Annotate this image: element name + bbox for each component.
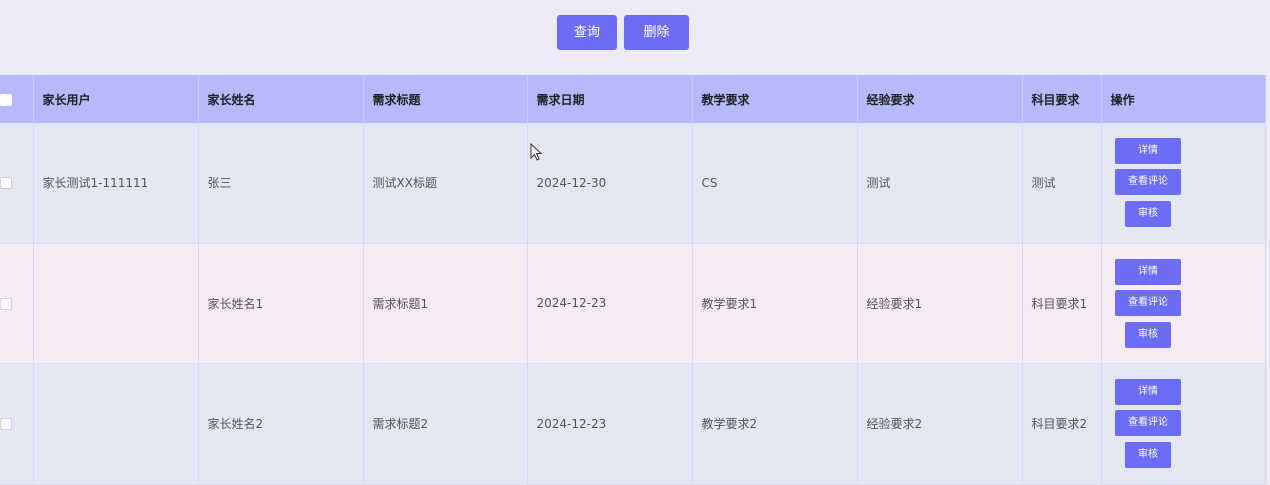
header-subject-req: 科目要求 <box>1022 75 1102 123</box>
cell-teaching-req: 教学要求2 <box>692 363 858 484</box>
cell-teaching-req: CS <box>692 123 858 243</box>
view-comments-button[interactable]: 查看评论 <box>1115 410 1181 436</box>
cell-experience-req: 测试 <box>857 123 1023 243</box>
row-select-cell <box>0 363 34 484</box>
query-button[interactable]: 查询 <box>557 15 617 50</box>
cell-parent-name: 家长姓名2 <box>198 363 364 484</box>
cell-actions: 详情 查看评论 审核 <box>1100 123 1266 243</box>
view-comments-button[interactable]: 查看评论 <box>1115 169 1181 196</box>
cell-subject-req: 科目要求1 <box>1022 243 1102 363</box>
cell-demand-title: 测试XX标题 <box>363 123 528 243</box>
row-select-cell <box>0 123 34 243</box>
row-select-cell <box>0 243 34 363</box>
cell-demand-date: 2024-12-23 <box>527 363 693 484</box>
cell-demand-title: 需求标题1 <box>363 243 528 363</box>
table-row: 家长测试1-111111 张三 测试XX标题 2024-12-30 CS 测试 … <box>0 123 1266 243</box>
data-table-container: 家长用户 家长姓名 需求标题 需求日期 教学要求 经验要求 科目要求 操作 家长… <box>0 75 1270 485</box>
delete-button[interactable]: 删除 <box>624 15 689 50</box>
cell-demand-date: 2024-12-23 <box>527 243 693 363</box>
cell-experience-req: 经验要求1 <box>857 243 1023 363</box>
header-demand-date: 需求日期 <box>527 75 693 123</box>
detail-button[interactable]: 详情 <box>1115 258 1181 285</box>
cell-teaching-req: 教学要求1 <box>692 243 858 363</box>
cell-parent-name: 张三 <box>198 123 364 243</box>
table-row: 家长姓名2 需求标题2 2024-12-23 教学要求2 经验要求2 科目要求2… <box>0 363 1266 484</box>
cell-subject-req: 测试 <box>1022 123 1102 243</box>
mouse-cursor-icon <box>530 143 543 161</box>
audit-button[interactable]: 审核 <box>1125 201 1171 228</box>
header-teaching-req: 教学要求 <box>692 75 858 123</box>
audit-button[interactable]: 审核 <box>1125 442 1171 468</box>
view-comments-button[interactable]: 查看评论 <box>1115 289 1181 316</box>
data-table: 家长用户 家长姓名 需求标题 需求日期 教学要求 经验要求 科目要求 操作 家长… <box>0 75 1266 485</box>
header-experience-req: 经验要求 <box>857 75 1023 123</box>
row-checkbox[interactable] <box>0 418 12 430</box>
header-parent-name: 家长姓名 <box>198 75 364 123</box>
cell-actions: 详情 查看评论 审核 <box>1100 363 1266 484</box>
cell-actions: 详情 查看评论 审核 <box>1100 243 1266 363</box>
toolbar: 查询 删除 <box>0 0 1270 75</box>
table-header-row: 家长用户 家长姓名 需求标题 需求日期 教学要求 经验要求 科目要求 操作 <box>0 75 1266 123</box>
audit-button[interactable]: 审核 <box>1125 321 1171 348</box>
cell-demand-date: 2024-12-30 <box>527 123 693 243</box>
table-row: 家长姓名1 需求标题1 2024-12-23 教学要求1 经验要求1 科目要求1… <box>0 243 1266 363</box>
header-actions: 操作 <box>1100 75 1266 123</box>
cell-parent-user: 家长测试1-111111 <box>33 123 199 243</box>
cell-parent-name: 家长姓名1 <box>198 243 364 363</box>
detail-button[interactable]: 详情 <box>1115 138 1181 165</box>
header-parent-user: 家长用户 <box>33 75 199 123</box>
select-all-cell <box>0 75 34 123</box>
select-all-checkbox[interactable] <box>0 93 12 106</box>
header-demand-title: 需求标题 <box>363 75 528 123</box>
cell-subject-req: 科目要求2 <box>1022 363 1102 484</box>
cell-demand-title: 需求标题2 <box>363 363 528 484</box>
cell-parent-user <box>33 243 199 363</box>
cell-parent-user <box>33 363 199 484</box>
row-checkbox[interactable] <box>0 297 12 310</box>
detail-button[interactable]: 详情 <box>1115 379 1181 405</box>
row-checkbox[interactable] <box>0 177 12 190</box>
cell-experience-req: 经验要求2 <box>857 363 1023 484</box>
